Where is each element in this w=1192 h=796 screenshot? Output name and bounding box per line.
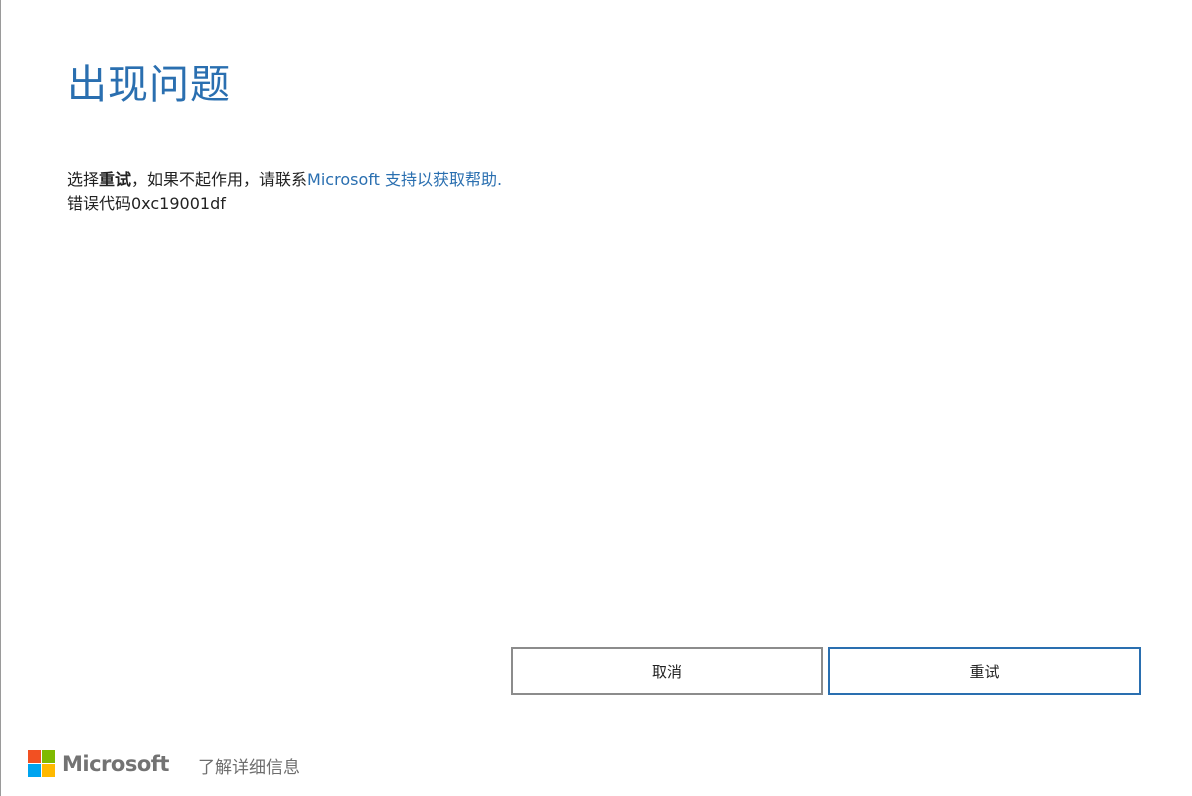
logo-yellow-square bbox=[42, 764, 55, 777]
logo-red-square bbox=[28, 750, 41, 763]
message-prefix: 选择 bbox=[67, 170, 100, 189]
learn-more-link[interactable]: 了解详细信息 bbox=[198, 753, 300, 778]
microsoft-support-link[interactable]: Microsoft 支持以获取帮助. bbox=[307, 170, 502, 189]
error-message: 选择重试，如果不起作用，请联系Microsoft 支持以获取帮助. bbox=[67, 168, 502, 192]
retry-button[interactable]: 重试 bbox=[828, 647, 1141, 695]
message-middle: ，如果不起作用，请联系 bbox=[131, 170, 308, 189]
error-dialog: 出现问题 选择重试，如果不起作用，请联系Microsoft 支持以获取帮助. 错… bbox=[0, 0, 1192, 796]
microsoft-logo-icon bbox=[28, 750, 55, 777]
cancel-button[interactable]: 取消 bbox=[511, 647, 823, 695]
microsoft-wordmark: Microsoft bbox=[62, 751, 169, 776]
logo-green-square bbox=[42, 750, 55, 763]
message-retry-emphasis: 重试 bbox=[99, 170, 132, 189]
microsoft-logo: Microsoft bbox=[28, 750, 169, 777]
logo-blue-square bbox=[28, 764, 41, 777]
page-title: 出现问题 bbox=[67, 62, 231, 108]
error-code: 错误代码0xc19001df bbox=[67, 194, 226, 213]
